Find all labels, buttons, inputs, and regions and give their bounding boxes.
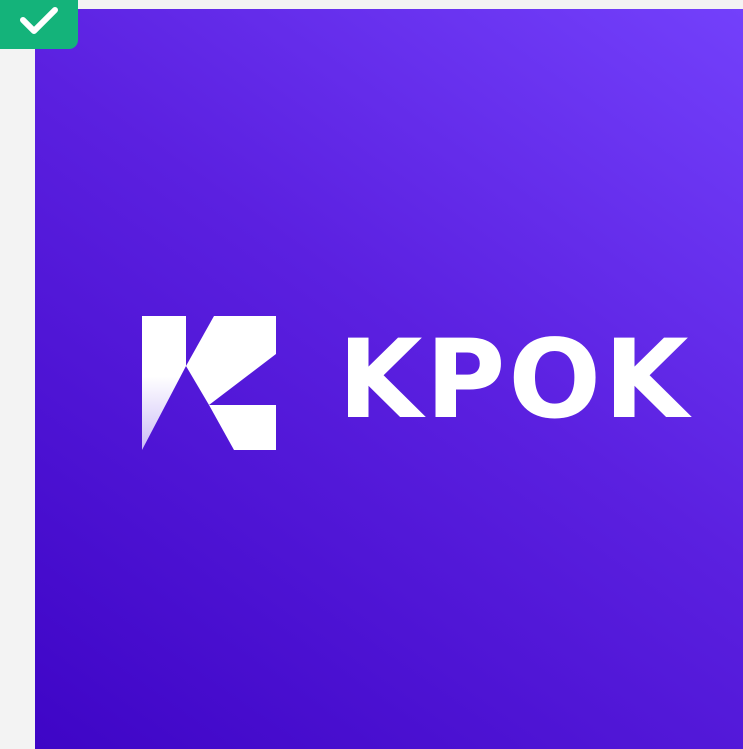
logo-card[interactable]: KPOK [35,9,743,749]
top-margin [35,0,743,9]
screen: KPOK [0,0,743,749]
brand-wordmark: KPOK [338,316,692,443]
kpok-k-mark-icon [142,316,276,450]
selected-badge[interactable] [0,0,78,49]
checkmark-icon [20,6,58,34]
